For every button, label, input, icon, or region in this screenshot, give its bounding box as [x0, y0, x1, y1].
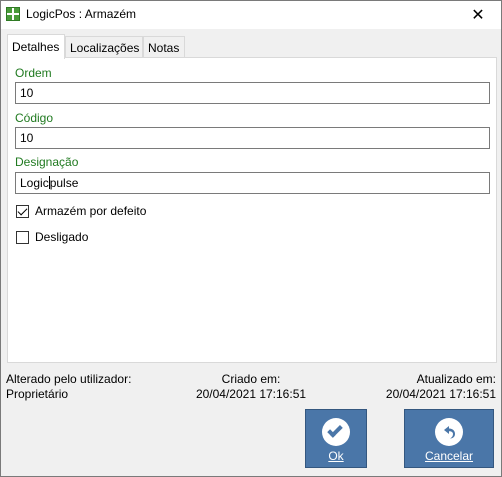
ok-button[interactable]: Ok	[305, 409, 367, 468]
close-icon: ✕	[471, 7, 485, 24]
codigo-label: Código	[15, 111, 54, 125]
default-warehouse-checkbox[interactable]	[16, 204, 29, 218]
codigo-field[interactable]: 10	[15, 127, 490, 149]
ordem-value: 10	[20, 86, 34, 100]
designacao-value-end: pulse	[49, 176, 79, 190]
window-title: LogicPos : Armazém	[26, 7, 137, 21]
tab-notas[interactable]: Notas	[143, 36, 185, 58]
default-warehouse-checkbox-row[interactable]: Armazém por defeito	[16, 203, 146, 219]
designacao-field[interactable]: Logicpulse	[15, 172, 490, 194]
created-value: 20/04/2021 17:16:51	[195, 387, 307, 401]
codigo-value: 10	[20, 131, 34, 145]
tab-localizacoes[interactable]: Localizações	[65, 36, 143, 58]
undo-arrow-icon	[435, 418, 463, 446]
disabled-checkbox[interactable]	[16, 230, 29, 244]
ok-button-label: Ok	[328, 449, 344, 463]
close-button[interactable]: ✕	[455, 1, 501, 29]
cancel-button[interactable]: Cancelar	[404, 409, 494, 468]
ordem-field[interactable]: 10	[15, 82, 490, 104]
changed-by-label: Alterado pelo utilizador:	[6, 372, 132, 386]
cancel-button-label: Cancelar	[424, 449, 474, 463]
disabled-checkbox-row[interactable]: Desligado	[16, 229, 88, 245]
designacao-value-start: Logic	[20, 176, 49, 190]
title-bar[interactable]: LogicPos : Armazém ✕	[1, 1, 501, 29]
updated-value: 20/04/2021 17:16:51	[385, 387, 496, 401]
app-grid-icon	[6, 7, 20, 21]
details-panel: Ordem 10 Código 10 Designação Logicpulse…	[7, 57, 497, 363]
disabled-label: Desligado	[35, 230, 89, 244]
created-label: Criado em:	[221, 372, 281, 386]
changed-by-value: Proprietário	[6, 387, 69, 401]
updated-label: Atualizado em:	[416, 372, 496, 386]
default-warehouse-label: Armazém por defeito	[35, 204, 147, 218]
checkmark-icon	[322, 418, 350, 446]
ordem-label: Ordem	[15, 66, 52, 80]
tab-detalhes[interactable]: Detalhes	[7, 34, 65, 59]
dialog-window: LogicPos : Armazém ✕ Detalhes Localizaçõ…	[0, 0, 502, 477]
designacao-label: Designação	[15, 155, 79, 169]
